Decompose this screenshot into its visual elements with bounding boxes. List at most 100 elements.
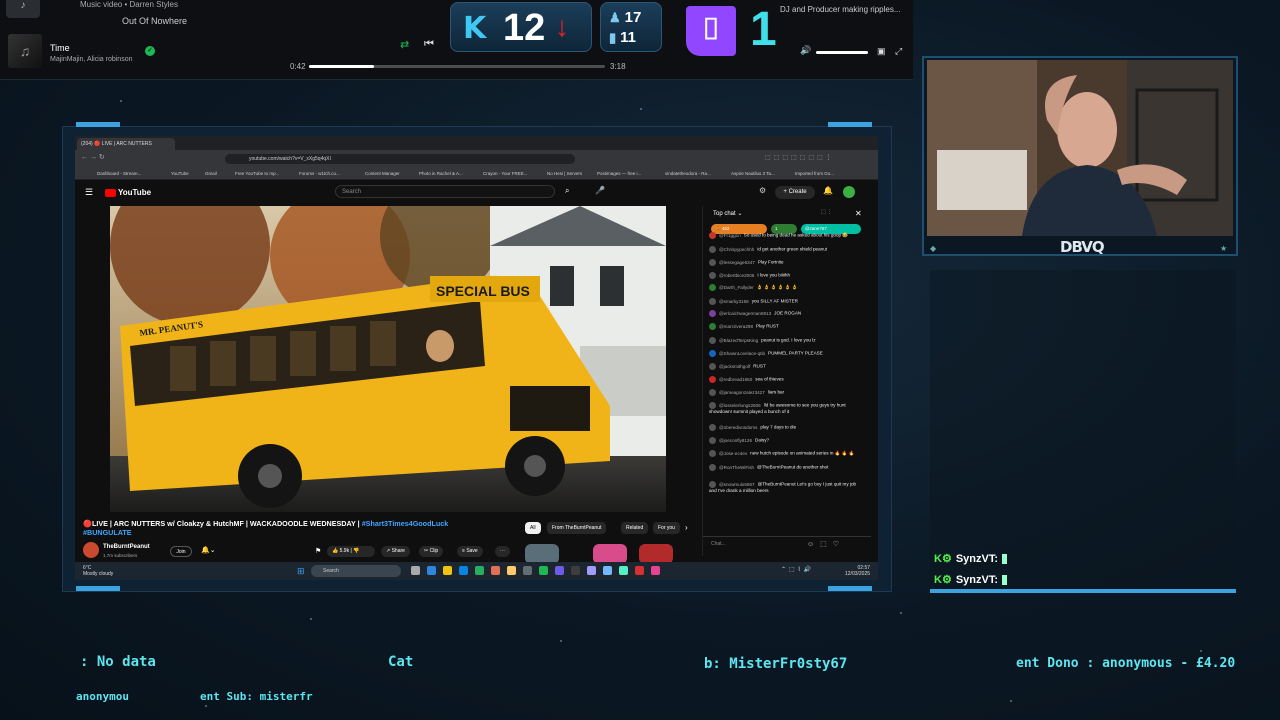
- hashtag-link[interactable]: #BUNGULATE: [83, 528, 132, 537]
- app-icon[interactable]: [619, 566, 628, 575]
- app-icon[interactable]: [587, 566, 596, 575]
- chat-avatar[interactable]: [709, 389, 716, 396]
- thumbnail[interactable]: [639, 544, 673, 564]
- chat-username[interactable]: @snowmulo5967: [719, 482, 755, 487]
- bookmark[interactable]: Forums - w1tch.co...: [299, 171, 340, 176]
- taskbar-search[interactable]: Search: [311, 565, 401, 577]
- chat-username[interactable]: @ShawnLovelace-qtib: [719, 351, 765, 356]
- like-button[interactable]: 👍 5.9k | 👎: [327, 546, 375, 557]
- obs-icon[interactable]: [571, 566, 580, 575]
- channel-avatar[interactable]: [83, 542, 99, 558]
- notification-bell-icon[interactable]: 🔔: [823, 186, 833, 195]
- chat-avatar[interactable]: [709, 481, 716, 488]
- menu-icon[interactable]: ☰: [85, 187, 93, 198]
- nav-back-icon[interactable]: ← → ↻: [81, 153, 105, 161]
- chat-username[interactable]: @jacksmithgolf: [719, 364, 750, 369]
- chat-input-icons[interactable]: ☺⬚♡: [807, 540, 845, 548]
- xbox-icon[interactable]: [475, 566, 484, 575]
- chat-username[interactable]: @joeconfly8126: [719, 438, 752, 443]
- folder-icon[interactable]: [443, 566, 452, 575]
- bookmark[interactable]: Aspire Nautilus 3 Ta...: [731, 171, 775, 176]
- chevron-right-icon[interactable]: ›: [685, 523, 688, 532]
- track-artist[interactable]: MajinMajin, Alicia robinson: [50, 56, 132, 63]
- bookmark[interactable]: Free YouTube to mp...: [235, 171, 279, 176]
- search-input[interactable]: Search: [335, 185, 555, 198]
- youtube-logo[interactable]: YouTube: [105, 188, 151, 197]
- chat-username[interactable]: @Darth_Fallyder: [719, 285, 754, 290]
- chat-avatar[interactable]: [709, 450, 716, 457]
- app-icon[interactable]: [523, 566, 532, 575]
- weather-widget[interactable]: 6°C Mostly cloudy: [83, 565, 113, 577]
- chat-username[interactable]: @losselerlungs2606: [719, 403, 761, 408]
- chat-mode-dropdown[interactable]: Top chat ⌄: [713, 210, 742, 217]
- url-field[interactable]: youtube.com/watch?v=V_xXg5q4qXI: [225, 154, 575, 164]
- chat-username[interactable]: @RonTheWiFish: [719, 465, 754, 470]
- task-view-icon[interactable]: [411, 566, 420, 575]
- bookmark[interactable]: No Hesi | Servers: [547, 171, 582, 176]
- save-button[interactable]: ≡ Save: [457, 546, 483, 557]
- bookmark[interactable]: Gmail: [205, 171, 217, 176]
- bookmark[interactable]: vindatetheodora - Ra...: [665, 171, 711, 176]
- chat-avatar[interactable]: [709, 298, 716, 305]
- chat-username[interactable]: @Jose-ec4ev: [719, 451, 747, 456]
- share-button[interactable]: ↗ Share: [381, 546, 410, 557]
- tray-icons[interactable]: ⌃⬚⌇🔊: [781, 566, 814, 573]
- taskbar-clock[interactable]: 02:57 12/03/2025: [845, 565, 870, 577]
- chat-avatar[interactable]: [709, 376, 716, 383]
- chat-username[interactable]: @Fr1gg1n: [719, 233, 741, 238]
- chat-avatar[interactable]: [709, 310, 716, 317]
- bookmark[interactable]: Crayon - Your FREE...: [483, 171, 528, 176]
- chip-all[interactable]: All: [525, 522, 541, 534]
- chat-username[interactable]: @redbread1660: [719, 377, 752, 382]
- create-button[interactable]: + Create: [775, 186, 815, 199]
- previous-track-icon[interactable]: ⏮: [424, 38, 434, 51]
- discord-icon[interactable]: [555, 566, 564, 575]
- chat-avatar[interactable]: [709, 323, 716, 330]
- microphone-icon[interactable]: 🎤: [595, 186, 605, 195]
- store-icon[interactable]: [459, 566, 468, 575]
- join-button[interactable]: Join: [170, 546, 192, 557]
- chat-avatar[interactable]: [709, 272, 716, 279]
- track-title[interactable]: Time: [50, 43, 70, 53]
- chat-username[interactable]: @marcrivera298: [719, 324, 753, 329]
- chip-related[interactable]: Related: [621, 522, 649, 534]
- video-player[interactable]: SPECIAL BUS MR. PEANUT'S: [110, 206, 666, 512]
- bookmark[interactable]: Postimages — free i...: [597, 171, 641, 176]
- chat-avatar[interactable]: [709, 464, 716, 471]
- spotify-icon[interactable]: [539, 566, 548, 575]
- chat-avatar[interactable]: [709, 337, 716, 344]
- thumbnail[interactable]: [525, 544, 559, 564]
- chat-avatar[interactable]: [709, 259, 716, 266]
- chat-username[interactable]: @BlazedTerpsKing: [719, 338, 758, 343]
- bookmark[interactable]: YouTube: [171, 171, 189, 176]
- chat-username[interactable]: @robertbice2006: [719, 273, 754, 278]
- chat-avatar[interactable]: [709, 437, 716, 444]
- queue-cover-icon[interactable]: ♪: [6, 0, 40, 18]
- bookmark[interactable]: Content Manager: [365, 171, 400, 176]
- app-icon[interactable]: [603, 566, 612, 575]
- chat-avatar[interactable]: [709, 284, 716, 291]
- chat-username[interactable]: @Chrispypechhh: [719, 247, 754, 252]
- bookmark[interactable]: Dashboard - Stream...: [97, 171, 141, 176]
- close-icon[interactable]: ✕: [855, 209, 862, 218]
- edge-icon[interactable]: [427, 566, 436, 575]
- gear-icon[interactable]: ⚙: [759, 186, 766, 195]
- chat-avatar[interactable]: [709, 424, 716, 431]
- subscribe-bell-icon[interactable]: 🔔⌄: [201, 546, 216, 554]
- thumbnail[interactable]: [593, 544, 627, 564]
- app-icon[interactable]: [651, 566, 660, 575]
- chat-username[interactable]: @jameagonzalez3427: [719, 390, 765, 395]
- album-cover[interactable]: ♫: [8, 34, 42, 68]
- chat-options-icon[interactable]: ⬚ ⋮: [821, 209, 832, 215]
- chip-from-channel[interactable]: From TheBurntPeanut: [547, 522, 607, 534]
- chat-avatar[interactable]: [709, 363, 716, 370]
- bookmark[interactable]: Photo in Rachel & A...: [419, 171, 463, 176]
- search-icon[interactable]: ⌕: [565, 186, 569, 196]
- app-icon[interactable]: [635, 566, 644, 575]
- chat-avatar[interactable]: [709, 350, 716, 357]
- miniplayer-icon[interactable]: ▣: [877, 46, 886, 57]
- more-actions-icon[interactable]: ⋯: [495, 546, 510, 557]
- liked-check-icon[interactable]: ✓: [145, 46, 155, 56]
- fullscreen-icon[interactable]: ⤢: [895, 46, 902, 57]
- clip-button[interactable]: ✂ Clip: [419, 546, 444, 557]
